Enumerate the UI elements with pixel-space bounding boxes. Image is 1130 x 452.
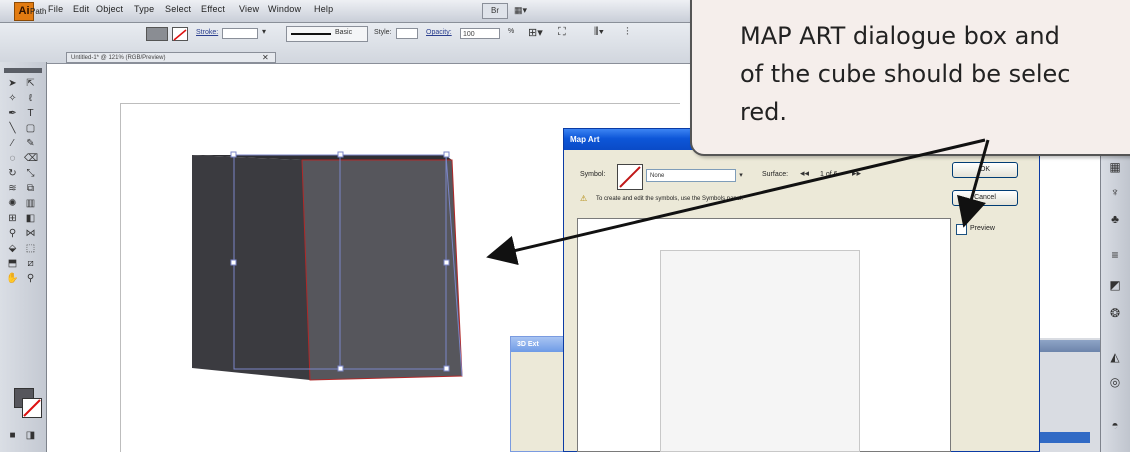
arrow-to-preview — [957, 139, 990, 228]
arrow-to-cube — [486, 138, 986, 266]
annotation-arrows — [486, 138, 990, 266]
